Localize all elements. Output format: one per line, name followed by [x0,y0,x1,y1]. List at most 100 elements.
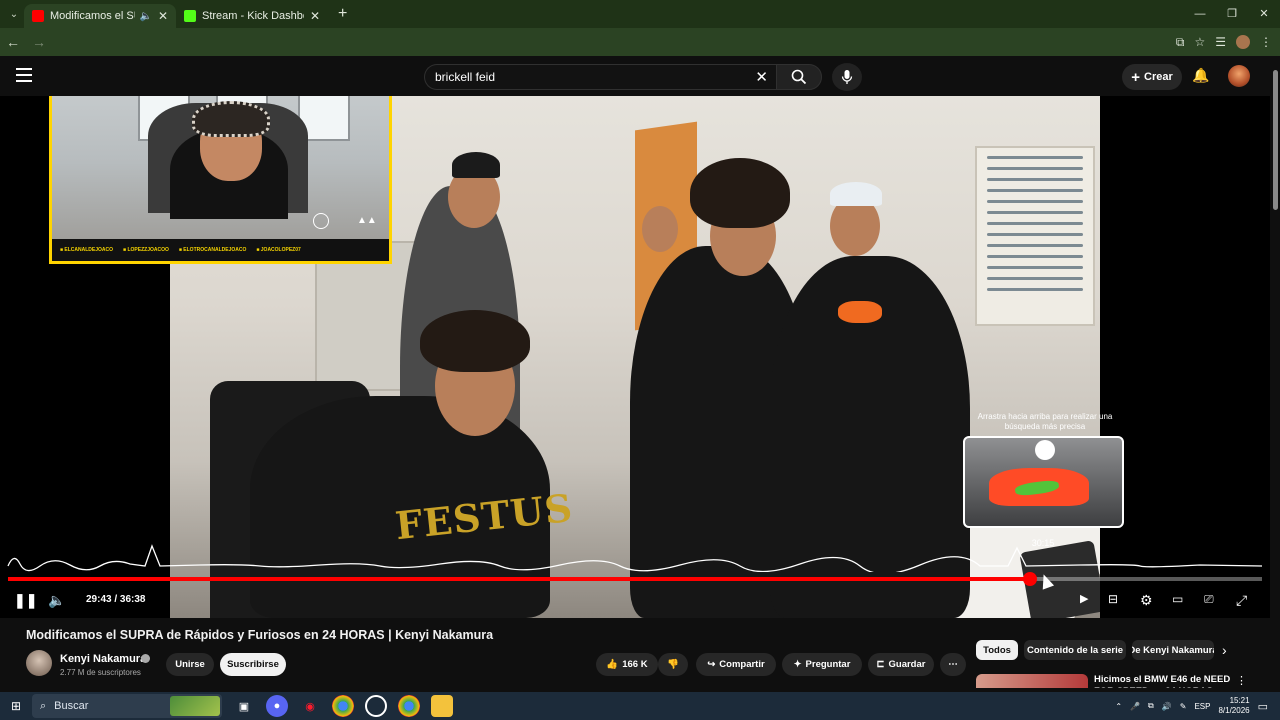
clear-search-icon[interactable]: ✕ [755,68,768,86]
tab-youtube[interactable]: Modificamos el SUPRA de R 🔈 ✕ [24,4,176,28]
person-hair [690,158,790,228]
chevron-up-icon[interactable]: ⌃ [1115,702,1122,711]
adidas-logo-icon: ▲▲ [357,215,377,226]
recommendation-menu-icon[interactable]: ⋮ [1236,674,1247,687]
obs-icon[interactable] [365,695,387,717]
task-view-icon[interactable]: ▣ [233,695,255,717]
account-avatar[interactable] [1228,65,1250,87]
restore-button[interactable]: ❐ [1216,0,1248,28]
join-button[interactable]: Unirse [166,653,214,676]
discord-icon[interactable]: ● [266,695,288,717]
search-input[interactable]: brickell feid ✕ [424,64,776,90]
language-indicator[interactable]: ESP [1194,702,1210,711]
clock-time: 15:21 [1229,696,1250,705]
chip-series[interactable]: Contenido de la serie [1024,640,1126,660]
player-controls: ❚❚ 🔈 29:43 / 36:38 ▶ ⊟ ⚙ ▭ ⎚ ⤢ [0,588,1270,618]
chip-all[interactable]: Todos [976,640,1018,660]
browser-menu-icon[interactable]: ⋮ [1260,35,1272,49]
chrome-icon[interactable] [332,695,354,717]
fullscreen-icon[interactable]: ⤢ [1236,592,1247,609]
close-window-button[interactable]: ✕ [1248,0,1280,28]
file-explorer-icon[interactable] [431,695,453,717]
progress-scrubber[interactable] [1023,572,1037,586]
pen-icon[interactable]: ✎ [1180,702,1187,711]
profile-avatar[interactable] [1236,35,1250,49]
volume-icon[interactable]: 🔊 [1162,702,1172,711]
volume-icon[interactable]: 🔈 [48,592,65,609]
reading-list-icon[interactable]: ☰ [1215,35,1226,49]
share-button[interactable]: ↪ Compartir [696,653,776,676]
tab-kick[interactable]: Stream - Kick Dashboard ✕ [176,4,328,28]
person-cap [830,182,882,206]
search-icon [791,69,807,85]
chevron-right-icon[interactable]: › [1222,642,1227,658]
hoodie-logo [838,301,882,323]
settings-gear-icon[interactable]: ⚙ [1140,592,1153,609]
social-handle: ELOTROCANALDEJOACO [179,247,246,253]
streamer-hair [192,101,270,137]
video-player[interactable]: FESTUS ▲▲ ELCANALDEJOACO LOPEZZJOACOO EL… [0,96,1270,618]
install-icon[interactable]: ⧉ [1176,35,1185,50]
new-tab-button[interactable]: + [338,5,347,23]
browser-tabbar: ⌄ Modificamos el SUPRA de R 🔈 ✕ Stream -… [0,0,1280,28]
menu-icon[interactable] [16,68,32,86]
channel-avatar[interactable] [26,650,52,676]
network-icon[interactable]: ⧉ [1148,701,1154,711]
page-scrollbar[interactable] [1270,56,1280,688]
voice-search-button[interactable] [832,63,862,91]
tab-title: Modificamos el SUPRA de R [50,10,135,22]
search-button[interactable] [776,64,822,90]
social-handle: JOACOLOPEZ07 [256,247,301,253]
chip-from-channel[interactable]: De Kenyi Nakamura [1132,640,1214,660]
verified-badge-icon [141,654,150,663]
kick-favicon-icon [184,10,196,22]
thumbs-up-icon: 👍 [606,659,619,670]
clock[interactable]: 15:21 8/1/2026 [1218,696,1249,716]
subscribe-button[interactable]: Suscribirse [220,653,286,676]
youtube-header: brickell feid ✕ + Crear 🔔 [0,56,1280,96]
ask-button[interactable]: ✦ Preguntar [782,653,862,676]
thumbs-down-icon: 👎 [667,659,679,670]
back-icon[interactable]: ← [0,34,26,50]
progress-bar[interactable] [8,572,1262,586]
autoplay-toggle-icon[interactable]: ▶ [1080,592,1088,605]
windows-start-icon[interactable]: ⊞ [0,699,32,713]
tab-title: Stream - Kick Dashboard [202,10,304,22]
minimize-button[interactable]: — [1184,0,1216,28]
recommendation-thumbnail[interactable] [976,674,1088,688]
system-tray: ⌃ 🎤 ⧉ 🔊 ✎ ESP 15:21 8/1/2026 ▭ [1115,692,1268,720]
opera-icon[interactable]: ◉ [299,695,321,717]
bookmark-star-icon[interactable]: ☆ [1194,35,1205,49]
most-replayed-graph [7,544,1263,572]
light-scene [1035,440,1055,460]
close-tab-icon[interactable]: ✕ [310,9,320,23]
progress-played [8,577,1030,581]
notifications-bell-icon[interactable]: 🔔 [1192,67,1209,84]
close-tab-icon[interactable]: ✕ [158,9,168,23]
scrollbar-thumb[interactable] [1273,70,1278,210]
theater-mode-icon[interactable]: ▭ [1172,592,1183,606]
more-actions-button[interactable]: ⋯ [940,653,966,676]
microphone-icon[interactable]: 🎤 [1130,702,1140,711]
speaker-icon[interactable]: 🔈 [139,11,151,22]
notification-icon[interactable]: ▭ [1258,700,1268,713]
share-icon: ↪ [707,659,716,670]
pause-icon[interactable]: ❚❚ [14,592,37,609]
like-count: 166 K [622,659,648,670]
subtitles-icon[interactable]: ⊟ [1108,592,1118,606]
recommendation-title[interactable]: Hicimos el BMW E46 de NEED FOR SPEED en … [1094,674,1234,688]
channel-name[interactable]: Kenyi Nakamura [60,653,146,665]
cast-icon[interactable]: ⎚ [1204,592,1214,607]
taskbar-search[interactable]: ⌕ Buscar [32,694,222,718]
watch-metadata: Modificamos el SUPRA de Rápidos y Furios… [0,618,1270,688]
microphone-icon [841,70,853,84]
chrome-icon[interactable] [398,695,420,717]
social-handles-bar: ELCANALDEJOACO LOPEZZJOACOO ELOTROCANALD… [52,239,389,261]
like-button[interactable]: 👍 166 K [596,653,658,676]
save-button[interactable]: ⊏ Guardar [868,653,934,676]
forward-icon[interactable]: → [26,34,52,50]
create-button[interactable]: + Crear [1122,64,1182,90]
video-title: Modificamos el SUPRA de Rápidos y Furios… [26,628,494,642]
tab-search-icon[interactable]: ⌄ [4,4,24,24]
dislike-button[interactable]: 👎 [658,653,688,676]
